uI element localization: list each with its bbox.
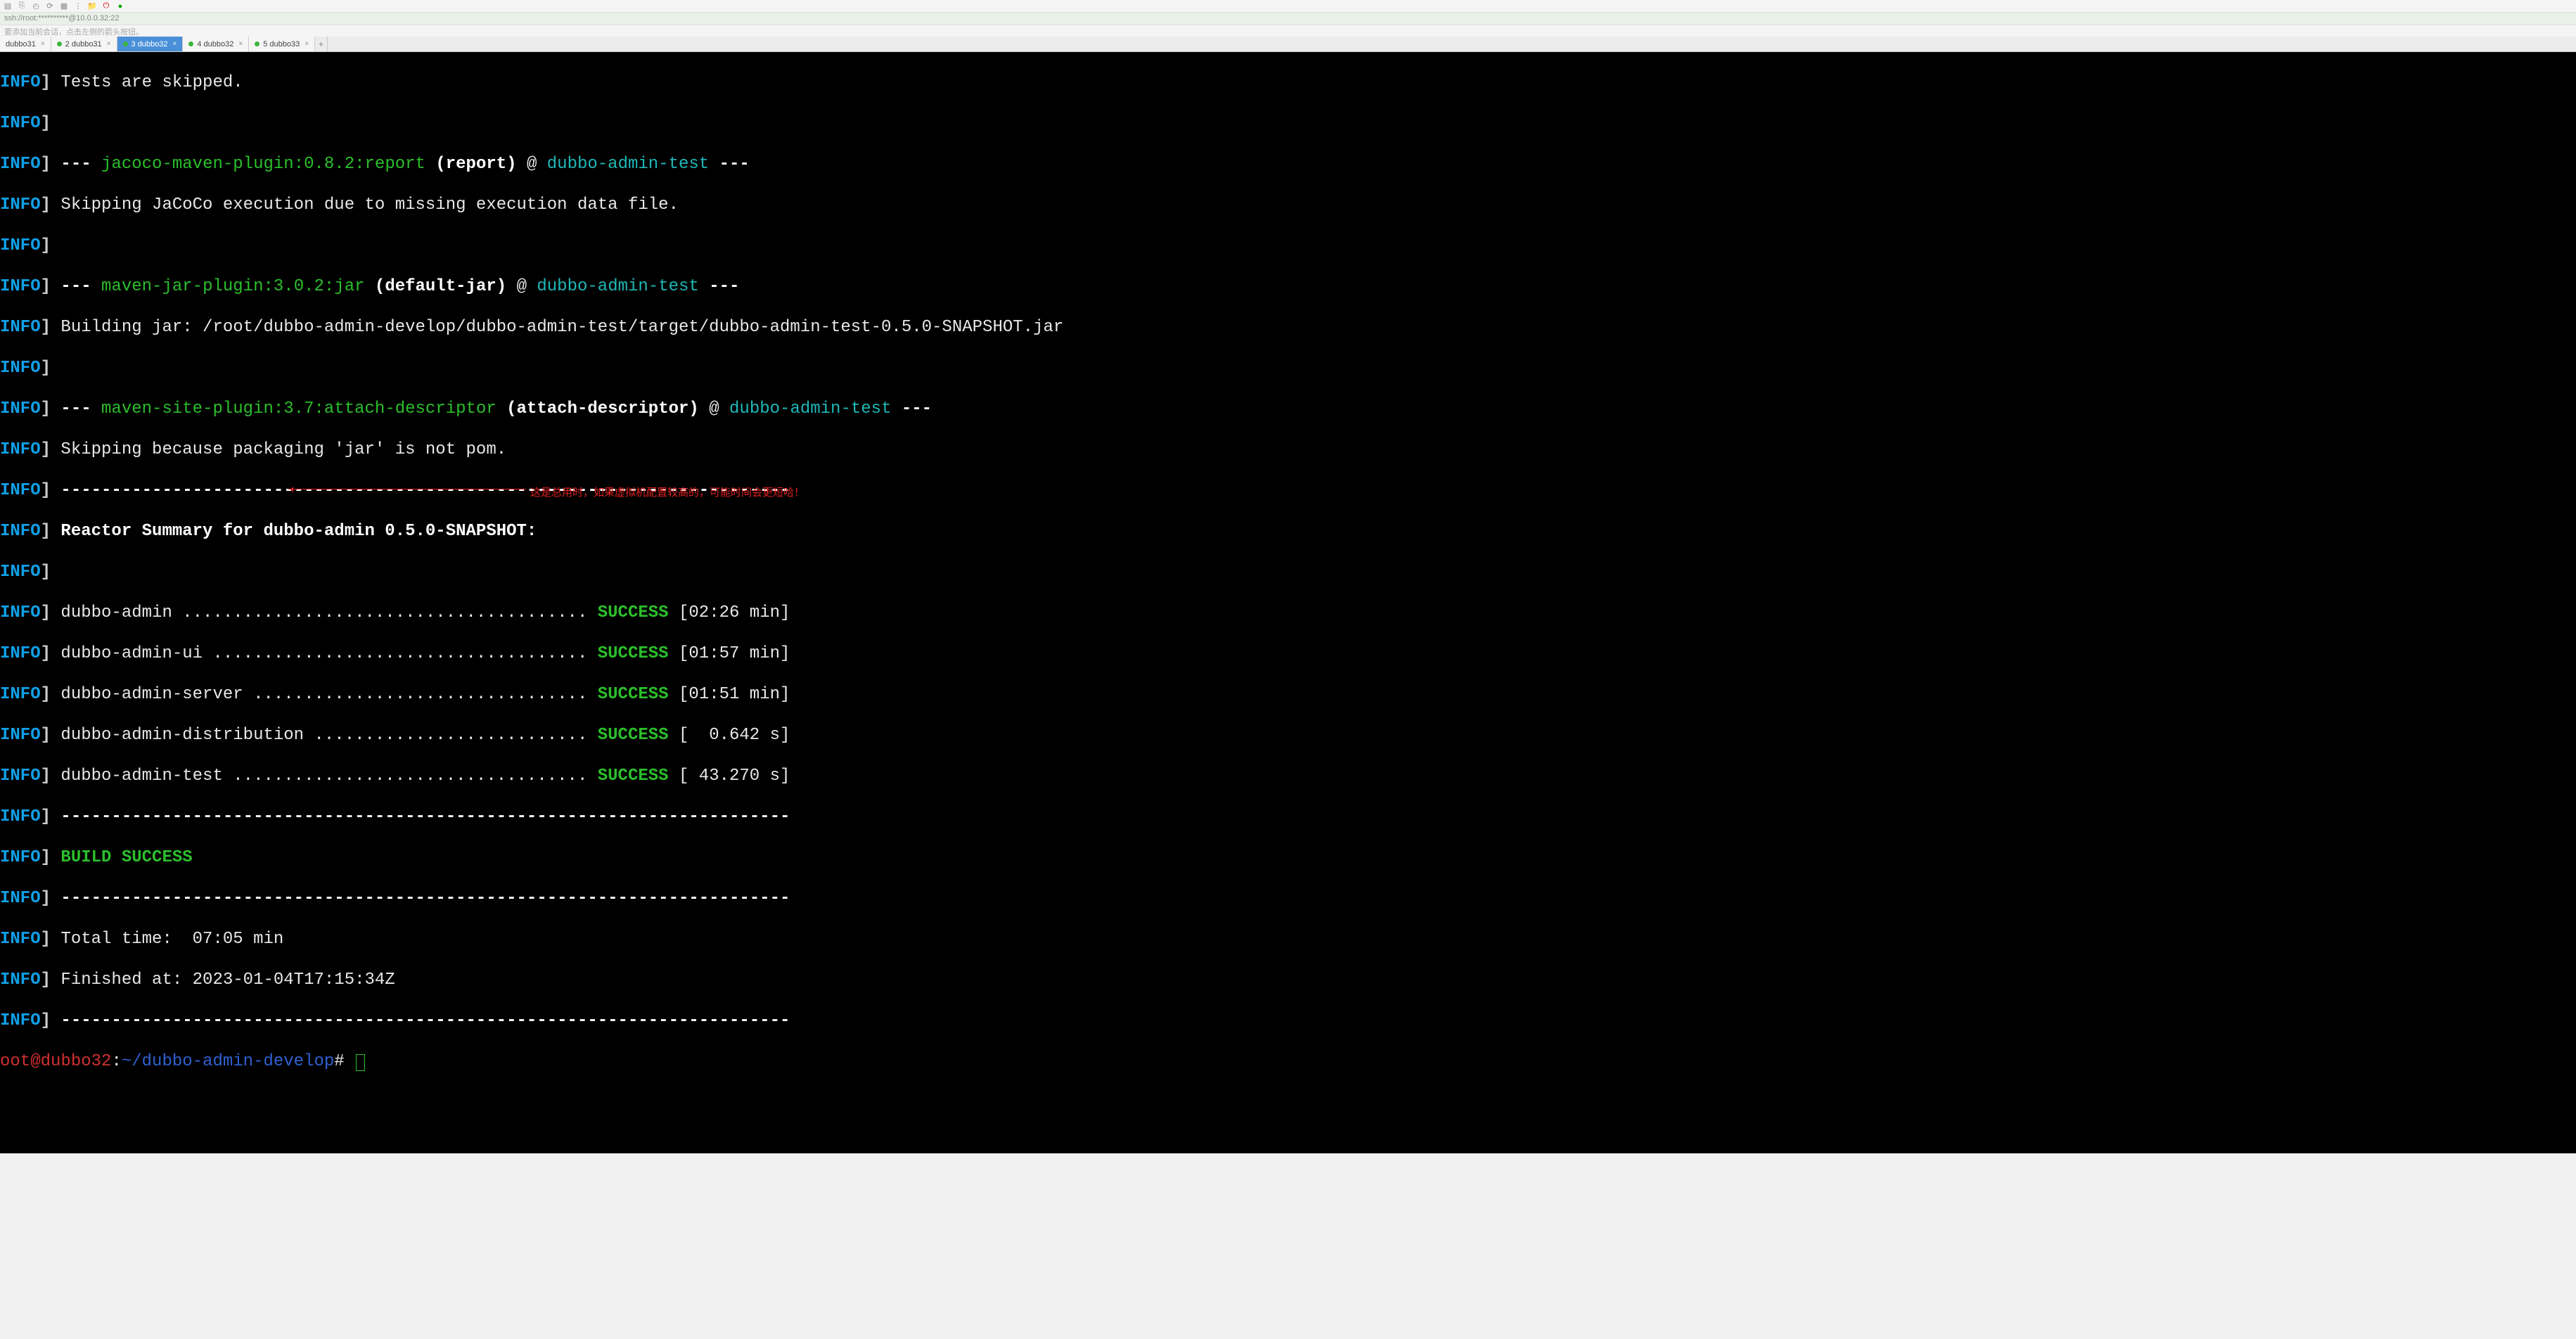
hint-text: 要添加当前会话，点击左侧的箭头按钮。 — [4, 28, 143, 37]
tab-label: 3 dubbo32 — [132, 40, 168, 49]
reactor-time-3: [01:51 min] — [679, 685, 790, 704]
terminal-output[interactable]: INFO] Tests are skipped. INFO] INFO] ---… — [0, 52, 2576, 1153]
toolbar-icon-stop[interactable]: ⏻ — [101, 1, 111, 11]
reactor-row-dubbo-admin-distribution: dubbo-admin-distribution ...............… — [60, 726, 587, 745]
tab-label: 4 dubbo32 — [197, 40, 233, 49]
toolbar-icon-2[interactable]: ⎘ — [17, 1, 27, 11]
close-icon[interactable]: × — [41, 40, 45, 48]
reactor-time-5: [ 43.270 s] — [679, 767, 790, 786]
skip-pom-msg: Skipping because packaging 'jar' is not … — [60, 440, 506, 459]
ssh-address-bar: ssh://root:**********@10.0.0.32:22 — [0, 13, 2576, 25]
close-icon[interactable]: × — [238, 40, 243, 48]
reactor-row-dubbo-admin-test: dubbo-admin-test .......................… — [60, 767, 587, 786]
tab-label: 5 dubbo33 — [263, 40, 300, 49]
reactor-row-dubbo-admin-ui: dubbo-admin-ui .........................… — [60, 644, 587, 663]
hint-bar: 要添加当前会话，点击左侧的箭头按钮。 — [0, 25, 2576, 37]
close-icon[interactable]: × — [107, 40, 111, 48]
status-dot-icon — [188, 41, 193, 46]
terminal-cursor — [356, 1054, 365, 1071]
toolbar-icon-5[interactable]: ▦ — [59, 1, 69, 11]
prompt-user-host: oot@dubbo32 — [0, 1052, 111, 1071]
building-jar-path: Building jar: /root/dubbo-admin-develop/… — [60, 318, 1063, 337]
session-tab-bar: dubbo31 × 2 dubbo31 × 3 dubbo32 × 4 dubb… — [0, 37, 2576, 52]
status-dot-icon — [123, 41, 128, 46]
tab-label: dubbo31 — [6, 40, 36, 49]
jacoco-skip-msg: Skipping JaCoCo execution due to missing… — [60, 196, 679, 214]
plugin-jacoco: jacoco-maven-plugin:0.8.2:report — [101, 155, 425, 174]
module-dubbo-admin-test: dubbo-admin-test — [547, 155, 709, 174]
status-success: SUCCESS — [598, 603, 669, 622]
close-icon[interactable]: × — [173, 40, 177, 48]
tab-4-dubbo32[interactable]: 4 dubbo32 × — [183, 37, 249, 51]
add-tab-button[interactable]: + — [315, 37, 328, 51]
reactor-row-dubbo-admin-server: dubbo-admin-server .....................… — [60, 685, 587, 704]
status-dot-icon — [255, 41, 259, 46]
reactor-time-2: [01:57 min] — [679, 644, 790, 663]
build-success: BUILD SUCCESS — [60, 848, 192, 867]
tab-2-dubbo31[interactable]: 2 dubbo31 × — [51, 37, 117, 51]
reactor-time-1: [02:26 min] — [679, 603, 790, 622]
toolbar-icon-4[interactable]: ⟳ — [45, 1, 55, 11]
tab-3-dubbo32[interactable]: 3 dubbo32 × — [117, 37, 184, 51]
tab-5-dubbo33[interactable]: 5 dubbo33 × — [249, 37, 315, 51]
ssh-address-text: ssh://root:**********@10.0.0.32:22 — [4, 14, 119, 23]
plugin-jar: maven-jar-plugin:3.0.2:jar — [101, 277, 364, 296]
toolbar-icon-play[interactable]: ● — [115, 1, 125, 11]
total-time: Total time: 07:05 min — [60, 930, 283, 949]
tests-skipped: Tests are skipped. — [60, 73, 243, 92]
close-icon[interactable]: × — [305, 40, 309, 48]
reactor-row-dubbo-admin: dubbo-admin ............................… — [60, 603, 587, 622]
finished-at: Finished at: 2023-01-04T17:15:34Z — [60, 970, 395, 989]
app-toolbar: ▤ ⎘ ◴ ⟳ ▦ ⋮ 📁 ⏻ ● — [0, 0, 2576, 13]
status-dot-icon — [57, 41, 62, 46]
toolbar-icon-folder[interactable]: 📁 — [87, 1, 97, 11]
reactor-summary-title: Reactor Summary for dubbo-admin 0.5.0-SN… — [60, 522, 537, 541]
plugin-site: maven-site-plugin:3.7:attach-descriptor — [101, 399, 496, 418]
tab-label: 2 dubbo31 — [65, 40, 102, 49]
toolbar-icon-1[interactable]: ▤ — [3, 1, 13, 11]
reactor-time-4: [ 0.642 s] — [679, 726, 790, 745]
prompt-path: ~/dubbo-admin-develop — [122, 1052, 334, 1071]
separator: ----------------------------------------… — [60, 481, 790, 500]
tab-dubbo31[interactable]: dubbo31 × — [0, 37, 51, 51]
toolbar-icon-3[interactable]: ◴ — [31, 1, 41, 11]
toolbar-icon-6[interactable]: ⋮ — [73, 1, 83, 11]
